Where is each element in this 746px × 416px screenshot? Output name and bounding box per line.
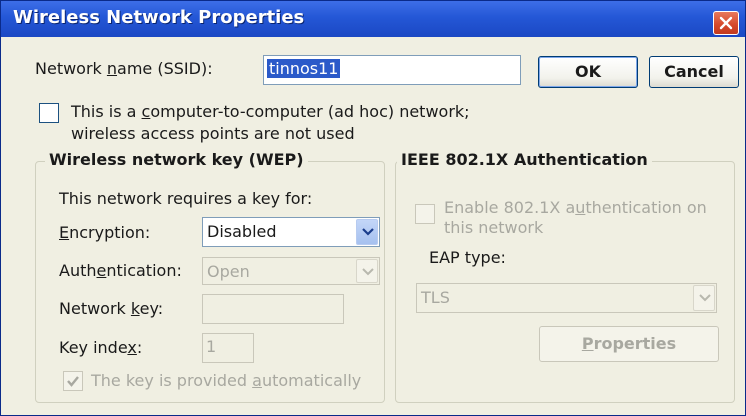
chevron-down-icon — [699, 294, 711, 302]
checkmark-icon — [67, 376, 79, 387]
authentication-select[interactable]: Open — [202, 257, 380, 285]
encryption-dropdown-button[interactable] — [356, 219, 378, 245]
ssid-input[interactable]: tinnos11 — [263, 55, 521, 85]
eap-type-value: TLS — [421, 288, 450, 307]
cancel-button[interactable]: Cancel — [649, 56, 739, 88]
auto-key-label: The key is provided automatically — [91, 371, 362, 390]
network-key-input[interactable] — [202, 294, 344, 324]
adhoc-checkbox[interactable] — [39, 103, 59, 123]
eap-type-select[interactable]: TLS — [416, 283, 717, 313]
encryption-select[interactable]: Disabled — [202, 217, 380, 247]
adhoc-label-line2: wireless access points are not used — [71, 124, 355, 143]
ieee-group-title: IEEE 802.1X Authentication — [397, 150, 652, 169]
dialog-window: Wireless Network Properties Network name… — [0, 0, 746, 416]
close-button[interactable] — [713, 11, 739, 35]
eap-type-label: EAP type: — [429, 248, 506, 267]
key-index-label: Key index: — [59, 338, 143, 357]
network-key-label: Network key: — [59, 299, 164, 318]
encryption-value: Disabled — [207, 222, 277, 241]
authentication-label: Authentication: — [59, 261, 182, 280]
chevron-down-icon — [362, 268, 374, 276]
enable-8021x-label-line2: this network — [444, 218, 544, 237]
enable-8021x-checkbox[interactable] — [415, 204, 435, 224]
ok-button[interactable]: OK — [538, 56, 638, 88]
close-icon — [719, 16, 733, 30]
adhoc-label-line1: This is a computer-to-computer (ad hoc) … — [71, 102, 470, 121]
title-bar[interactable]: Wireless Network Properties — [1, 1, 745, 37]
eap-dropdown-button[interactable] — [693, 285, 715, 311]
authentication-dropdown-button[interactable] — [356, 259, 378, 283]
auto-key-checkbox[interactable] — [63, 371, 83, 391]
window-title: Wireless Network Properties — [13, 7, 305, 28]
authentication-value: Open — [207, 262, 250, 281]
requires-key-label: This network requires a key for: — [59, 189, 313, 208]
ssid-value: tinnos11 — [267, 59, 341, 78]
key-index-input[interactable]: 1 — [202, 333, 254, 363]
enable-8021x-label-line1: Enable 802.1X authentication on — [444, 198, 707, 217]
ssid-label: Network name (SSID): — [35, 59, 213, 78]
encryption-label: Encryption: — [59, 223, 151, 242]
properties-button[interactable]: Properties — [539, 326, 719, 362]
chevron-down-icon — [362, 228, 374, 236]
wep-group-title: Wireless network key (WEP) — [45, 150, 308, 169]
